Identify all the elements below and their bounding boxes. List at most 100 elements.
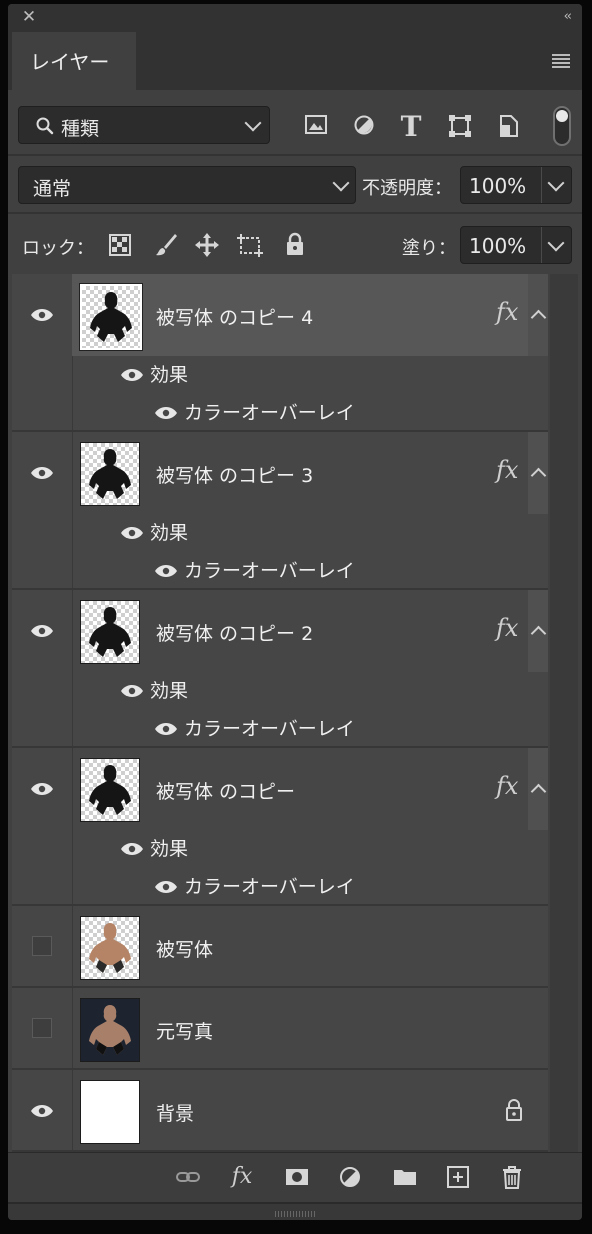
link-layers-icon[interactable]: [174, 1163, 202, 1191]
visibility-column: [12, 906, 73, 986]
blend-mode-select[interactable]: 通常: [18, 166, 356, 204]
image-filter-icon[interactable]: [304, 114, 328, 136]
new-group-icon[interactable]: [391, 1163, 419, 1191]
layer-header[interactable]: 被写体 のコピー fx: [72, 748, 548, 830]
eye-icon[interactable]: [30, 466, 54, 480]
lock-all-icon[interactable]: [285, 232, 305, 256]
layers-scrollbar[interactable]: [550, 274, 578, 1152]
lock-position-icon[interactable]: [194, 232, 220, 258]
layer-header[interactable]: 元写真: [72, 988, 548, 1070]
layer-name: 被写体 のコピー 2: [156, 623, 314, 645]
eye-icon[interactable]: [30, 782, 54, 796]
effect-name[interactable]: カラーオーバーレイ: [184, 872, 355, 899]
new-layer-icon[interactable]: [444, 1163, 472, 1191]
layer-row[interactable]: 背景: [12, 1070, 548, 1152]
expand-effects-toggle[interactable]: [528, 432, 548, 514]
kind-filter-select[interactable]: 種類: [18, 106, 270, 144]
layer-thumbnail: [80, 758, 140, 822]
layer-header[interactable]: 被写体 のコピー 3 fx: [72, 432, 548, 514]
visibility-toggle[interactable]: [32, 936, 52, 956]
collapse-panel-icon[interactable]: ‹‹: [564, 9, 573, 24]
fx-icon[interactable]: fx: [496, 298, 518, 326]
panel-menu-icon[interactable]: [552, 54, 570, 68]
eye-icon[interactable]: [154, 880, 178, 894]
eye-icon[interactable]: [154, 564, 178, 578]
layer-row[interactable]: 被写体 のコピー fx 効果 カラーオーバーレイ: [12, 748, 548, 906]
layer-row[interactable]: 被写体 のコピー 4 fx 効果 カラーオーバーレイ: [12, 274, 548, 432]
type-filter-icon[interactable]: T: [396, 110, 426, 143]
layer-name: 被写体 のコピー 4: [156, 307, 314, 329]
visibility-column: [12, 432, 73, 588]
delete-layer-icon[interactable]: [498, 1163, 526, 1191]
opacity-label: 不透明度：: [362, 178, 452, 199]
effects-label: 効果: [150, 364, 189, 386]
layer-header[interactable]: 被写体 のコピー 2 fx: [72, 590, 548, 672]
panel-titlebar: ✕ ‹‹: [8, 4, 582, 32]
chevron-up-icon: [530, 309, 547, 326]
eye-icon[interactable]: [120, 368, 144, 382]
lock-image-pixels-icon[interactable]: [154, 232, 178, 258]
lock-icon: [506, 1099, 522, 1121]
chevron-down-icon[interactable]: [547, 174, 565, 192]
expand-effects-toggle[interactable]: [528, 274, 548, 356]
layer-name: 背景: [156, 1103, 195, 1125]
tab-layers[interactable]: レイヤー: [12, 32, 136, 90]
eye-icon[interactable]: [120, 526, 144, 540]
layer-name: 被写体 のコピー: [156, 781, 296, 803]
visibility-toggle[interactable]: [32, 1018, 52, 1038]
layer-header[interactable]: 被写体: [72, 906, 548, 988]
fx-icon[interactable]: fx: [496, 456, 518, 484]
eye-icon[interactable]: [30, 624, 54, 638]
add-style-icon[interactable]: fx: [228, 1163, 256, 1191]
chevron-down-icon[interactable]: [547, 234, 565, 252]
fx-icon[interactable]: fx: [496, 614, 518, 642]
adjustment-filter-icon[interactable]: [353, 114, 375, 136]
layer-header[interactable]: 背景: [72, 1070, 548, 1152]
layer-thumbnail: [80, 916, 140, 980]
lock-label: ロック：: [22, 238, 94, 259]
blend-mode-label: 通常: [33, 178, 72, 200]
chevron-up-icon: [530, 783, 547, 800]
add-mask-icon[interactable]: [283, 1163, 311, 1191]
expand-effects-toggle[interactable]: [528, 590, 548, 672]
eye-icon[interactable]: [154, 406, 178, 420]
resize-grip[interactable]: [8, 1202, 582, 1220]
chevron-down-icon: [332, 174, 350, 192]
layer-thumbnail: [80, 284, 142, 350]
layer-name: 元写真: [156, 1021, 214, 1043]
layer-row[interactable]: 被写体 のコピー 3 fx 効果 カラーオーバーレイ: [12, 432, 548, 590]
layer-name: 被写体 のコピー 3: [156, 465, 314, 487]
layer-row[interactable]: 元写真: [12, 988, 548, 1070]
eye-icon[interactable]: [120, 684, 144, 698]
fx-icon[interactable]: fx: [496, 772, 518, 800]
kind-filter-label: 種類: [61, 118, 100, 140]
layer-row[interactable]: 被写体 のコピー 2 fx 効果 カラーオーバーレイ: [12, 590, 548, 748]
layer-header[interactable]: 被写体 のコピー 4 fx: [72, 274, 548, 356]
layer-row[interactable]: 被写体: [12, 906, 548, 988]
panel-tabstrip: レイヤー: [8, 32, 582, 90]
expand-effects-toggle[interactable]: [528, 748, 548, 830]
tab-layers-label: レイヤー: [30, 50, 110, 74]
effect-name[interactable]: カラーオーバーレイ: [184, 714, 355, 741]
chevron-up-icon: [530, 467, 547, 484]
fill-field[interactable]: 100%: [460, 226, 572, 264]
eye-icon[interactable]: [154, 722, 178, 736]
layer-name: 被写体: [156, 939, 214, 961]
eye-icon[interactable]: [30, 308, 54, 322]
lock-transparent-pixels-icon[interactable]: [109, 234, 131, 256]
eye-icon[interactable]: [120, 842, 144, 856]
eye-icon[interactable]: [30, 1104, 54, 1118]
chevron-up-icon: [530, 625, 547, 642]
lock-artboard-icon[interactable]: [236, 232, 266, 258]
filter-toggle-switch[interactable]: [553, 106, 571, 146]
smart-object-filter-icon[interactable]: [498, 114, 520, 138]
close-icon[interactable]: ✕: [20, 8, 38, 26]
add-style-label: fx: [231, 1164, 253, 1189]
effect-name[interactable]: カラーオーバーレイ: [184, 398, 355, 425]
effects-label: 効果: [150, 680, 189, 702]
effect-name[interactable]: カラーオーバーレイ: [184, 556, 355, 583]
opacity-field[interactable]: 100%: [460, 166, 572, 204]
shape-filter-icon[interactable]: [448, 114, 472, 138]
opacity-value: 100%: [469, 174, 527, 198]
new-adjustment-icon[interactable]: [336, 1163, 364, 1191]
